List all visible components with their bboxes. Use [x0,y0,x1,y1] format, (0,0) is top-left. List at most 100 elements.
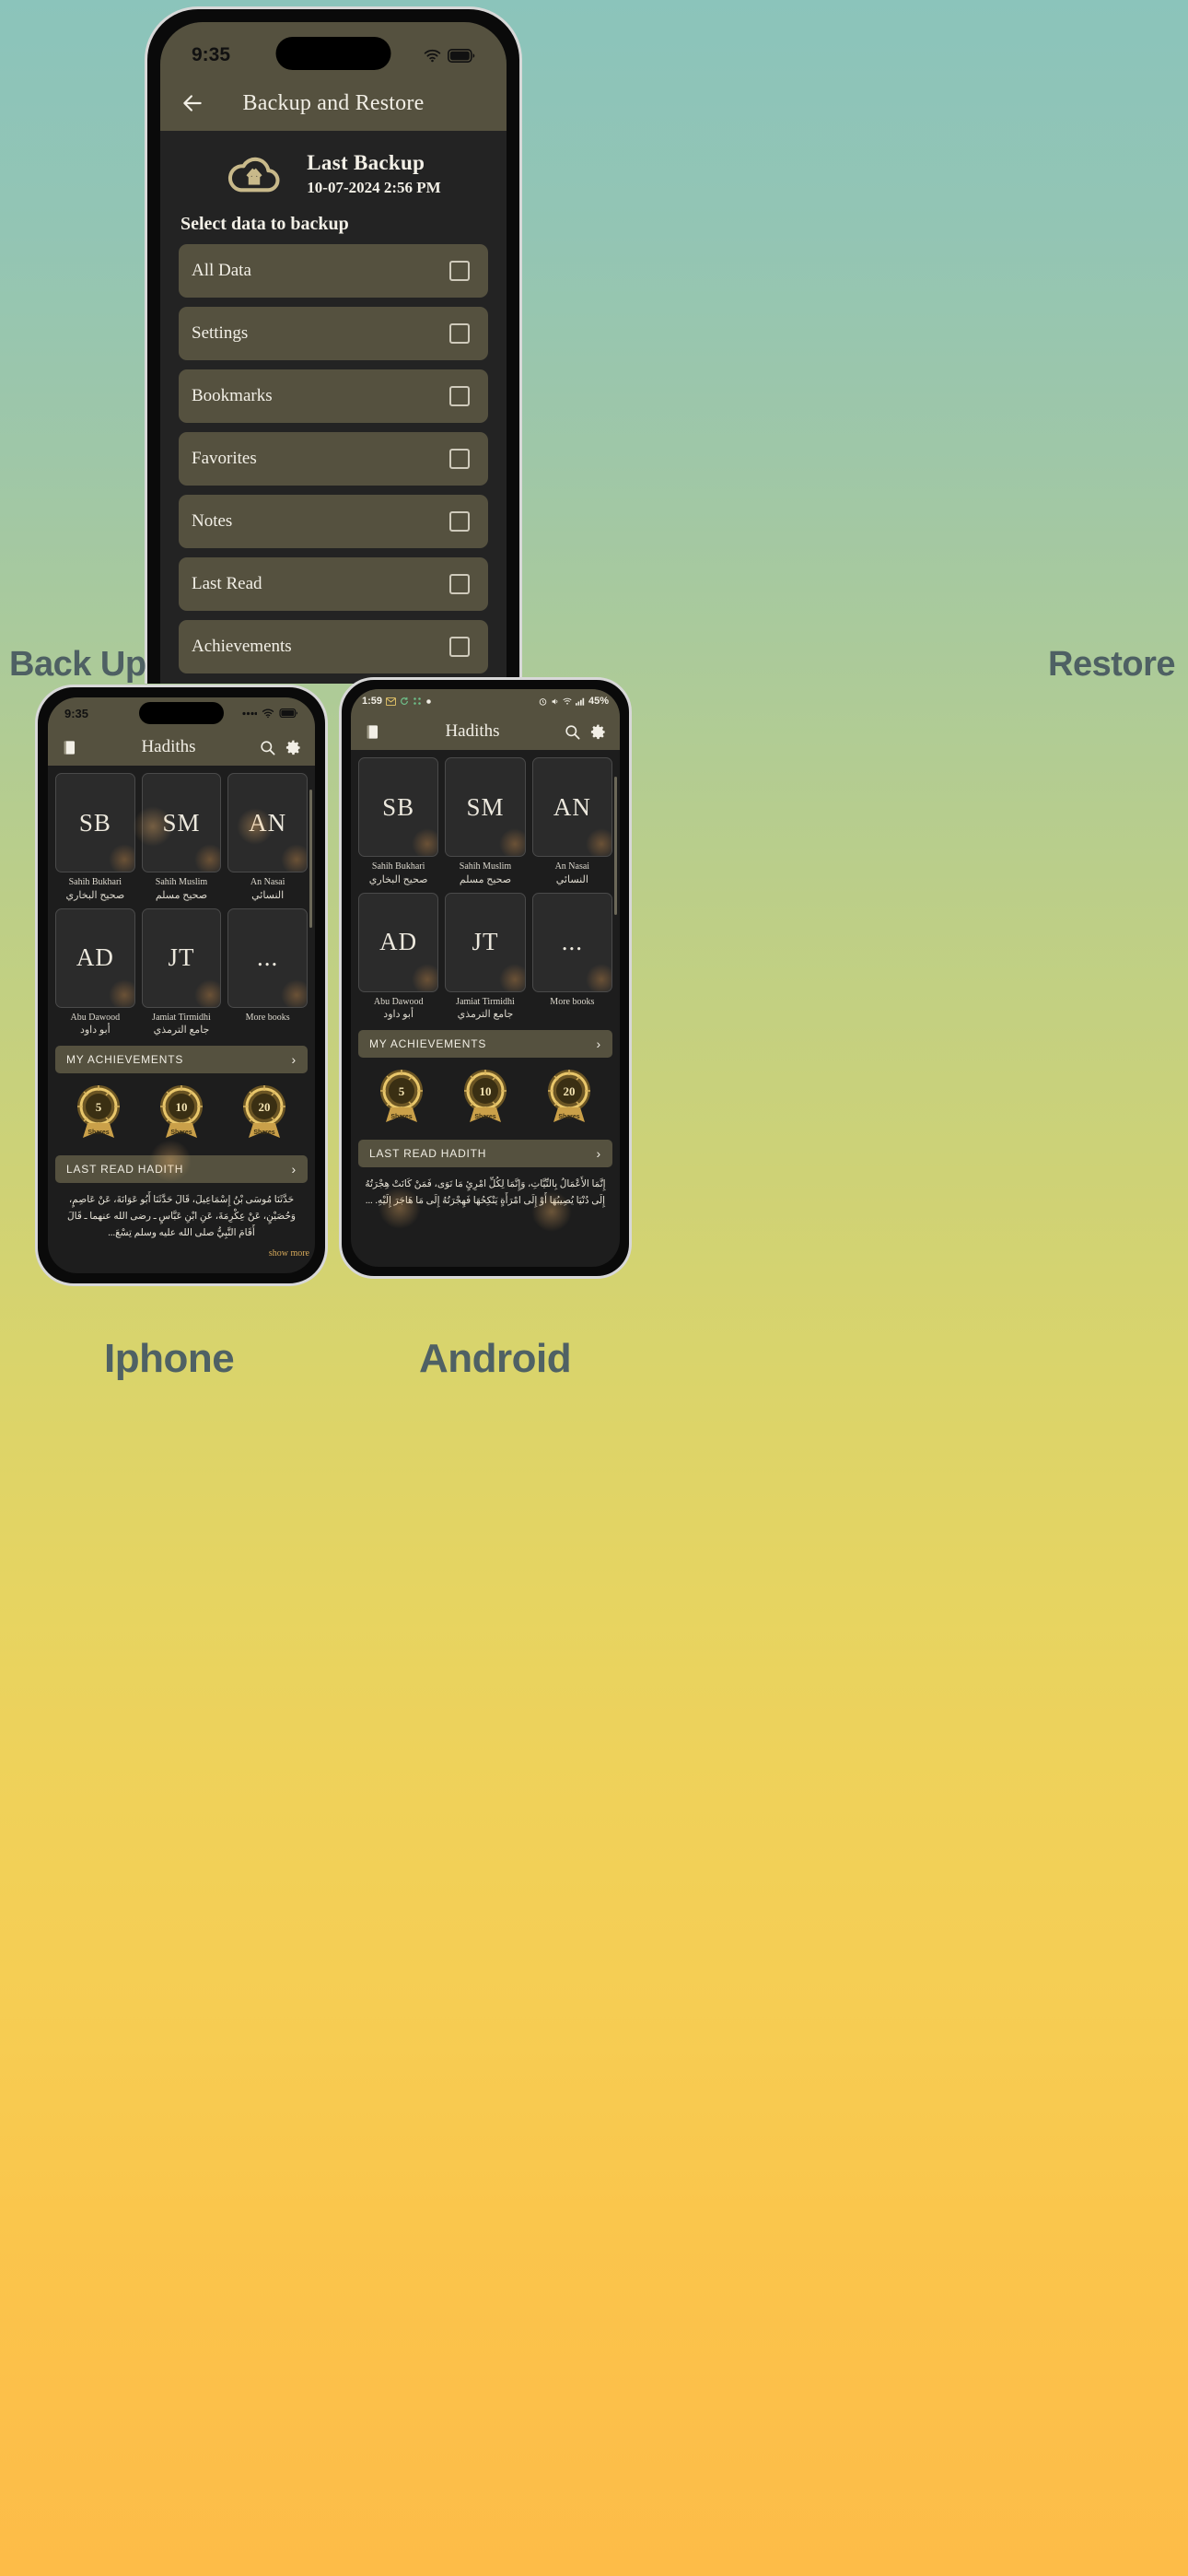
volume-up-button[interactable] [35,835,38,870]
poster-label-backup: Back Up [9,645,146,684]
book-name-arabic: صحيح البخاري [65,889,125,901]
chevron-right-icon: › [596,1145,601,1161]
scrollbar[interactable] [309,790,312,928]
poster-label-android: Android [419,1336,572,1381]
power-button[interactable] [519,256,522,328]
book-card-ad[interactable]: AD Abu Dawood أبو داود [358,892,439,1022]
my-achievements-label: MY ACHIEVEMENTS [66,1052,184,1066]
search-icon[interactable] [564,723,581,741]
svg-text:Shares: Shares [253,1130,274,1136]
my-achievements-bar[interactable]: MY ACHIEVEMENTS › [358,1029,612,1058]
app-bar: Hadiths [48,729,315,766]
status-time: 9:35 [64,706,89,720]
back-arrow-icon[interactable] [181,91,204,115]
checkbox[interactable] [449,574,470,594]
checkbox[interactable] [449,261,470,281]
backup-item-all-data[interactable]: All Data [179,244,488,298]
backup-item-achievements[interactable]: Achievements [179,620,488,673]
volume-down-button[interactable] [145,290,147,341]
book-icon[interactable] [364,723,381,741]
book-name-arabic: جامع الترمذي [457,1009,514,1021]
last-read-hadith-bar[interactable]: LAST READ HADITH › [358,1139,612,1167]
svg-text:5: 5 [399,1084,405,1098]
book-card-more[interactable]: ... More books [227,907,308,1037]
last-backup-date: 10-07-2024 2:56 PM [307,179,441,196]
volume-down-button[interactable] [35,881,38,916]
checkbox[interactable] [449,386,470,406]
backup-item-bookmarks[interactable]: Bookmarks [179,369,488,423]
book-card-an[interactable]: AN An Nasai النسائي [227,773,308,902]
checkbox[interactable] [449,511,470,532]
badge-10-shares[interactable]: 10 Shares [454,1067,517,1124]
book-card-sb[interactable]: SB Sahih Bukhari صحيح البخاري [358,757,439,886]
backup-body: Last Backup 10-07-2024 2:56 PM Select da… [160,131,507,684]
dynamic-island [275,37,391,70]
badge-5-shares[interactable]: 5 Shares [370,1067,433,1124]
gear-icon[interactable] [285,739,302,756]
status-bar: 1:59 45% [351,689,620,713]
iphone-frame-hadiths: 9:35 Hadiths SB Sahih Bukhari صحيح البخا… [35,685,328,1286]
status-bar: 9:35 [160,22,507,76]
book-name: An Nasai [554,861,590,872]
last-read-hadith-label: LAST READ HADITH [369,1146,487,1160]
svg-text:10: 10 [479,1084,491,1098]
checkbox[interactable] [449,449,470,469]
svg-text:10: 10 [176,1100,188,1114]
status-left: 1:59 [362,696,432,707]
book-abbr: SB [55,773,135,872]
book-card-sm[interactable]: SM Sahih Muslim صحيح مسلم [445,757,526,886]
book-abbr: AN [227,773,308,872]
power-button[interactable] [629,814,632,845]
wifi-icon [563,697,572,705]
book-card-jt[interactable]: JT Jamiat Tirmidhi جامع الترمذي [445,892,526,1022]
my-achievements-label: MY ACHIEVEMENTS [369,1036,487,1050]
badge-5-shares[interactable]: 5 Shares [67,1083,130,1140]
page-title: Hadiths [445,721,500,741]
sync-icon [401,697,408,705]
checkbox[interactable] [449,323,470,344]
backup-item-favorites[interactable]: Favorites [179,432,488,486]
svg-text:Shares: Shares [474,1114,495,1120]
svg-text:20: 20 [259,1100,271,1114]
gmail-icon [386,697,397,706]
book-card-sb[interactable]: SB Sahih Bukhari صحيح البخاري [55,773,135,902]
scrollbar[interactable] [614,777,617,915]
backup-item-last-read[interactable]: Last Read [179,557,488,611]
search-icon[interactable] [259,739,276,756]
book-name-arabic: صحيح البخاري [368,873,428,885]
last-backup-summary: Last Backup 10-07-2024 2:56 PM [179,131,488,210]
book-name: Abu Dawood [70,1012,121,1023]
last-read-hadith-bar[interactable]: LAST READ HADITH › [55,1154,308,1183]
book-card-more[interactable]: ... More books [531,892,612,1022]
backup-item-notes[interactable]: Notes [179,495,488,548]
volume-button[interactable] [629,855,632,906]
app-bar: Hadiths [351,713,620,750]
power-button[interactable] [325,858,328,908]
book-card-an[interactable]: AN An Nasai النسائي [531,757,612,886]
backup-item-settings[interactable]: Settings [179,307,488,360]
book-icon[interactable] [61,739,78,756]
status-time: 9:35 [192,44,231,65]
badge-10-shares[interactable]: 10 Shares [150,1083,213,1140]
chevron-right-icon: › [291,1161,297,1177]
book-card-ad[interactable]: AD Abu Dawood أبو داود [55,907,135,1037]
book-card-sm[interactable]: SM Sahih Muslim صحيح مسلم [141,773,222,902]
checkbox[interactable] [449,637,470,657]
apps-icon [413,697,421,705]
badge-20-shares[interactable]: 20 Shares [538,1067,600,1124]
svg-text:20: 20 [563,1084,575,1098]
book-card-jt[interactable]: JT Jamiat Tirmidhi جامع الترمذي [141,907,222,1037]
volume-up-button[interactable] [145,226,147,276]
poster-label-restore: Restore [1048,645,1176,684]
my-achievements-bar[interactable]: MY ACHIEVEMENTS › [55,1045,308,1073]
last-read-hadith-label: LAST READ HADITH [66,1162,184,1176]
badge-20-shares[interactable]: 20 Shares [233,1083,296,1140]
battery-percent: 45% [588,696,609,707]
select-data-label: Select data to backup [181,214,349,234]
gear-icon[interactable] [589,723,607,741]
status-right: 45% [539,696,609,707]
svg-text:5: 5 [96,1100,102,1114]
show-more-link[interactable]: show more [55,1247,315,1259]
book-name: Abu Dawood [373,996,424,1007]
status-bar: 9:35 [48,697,315,729]
